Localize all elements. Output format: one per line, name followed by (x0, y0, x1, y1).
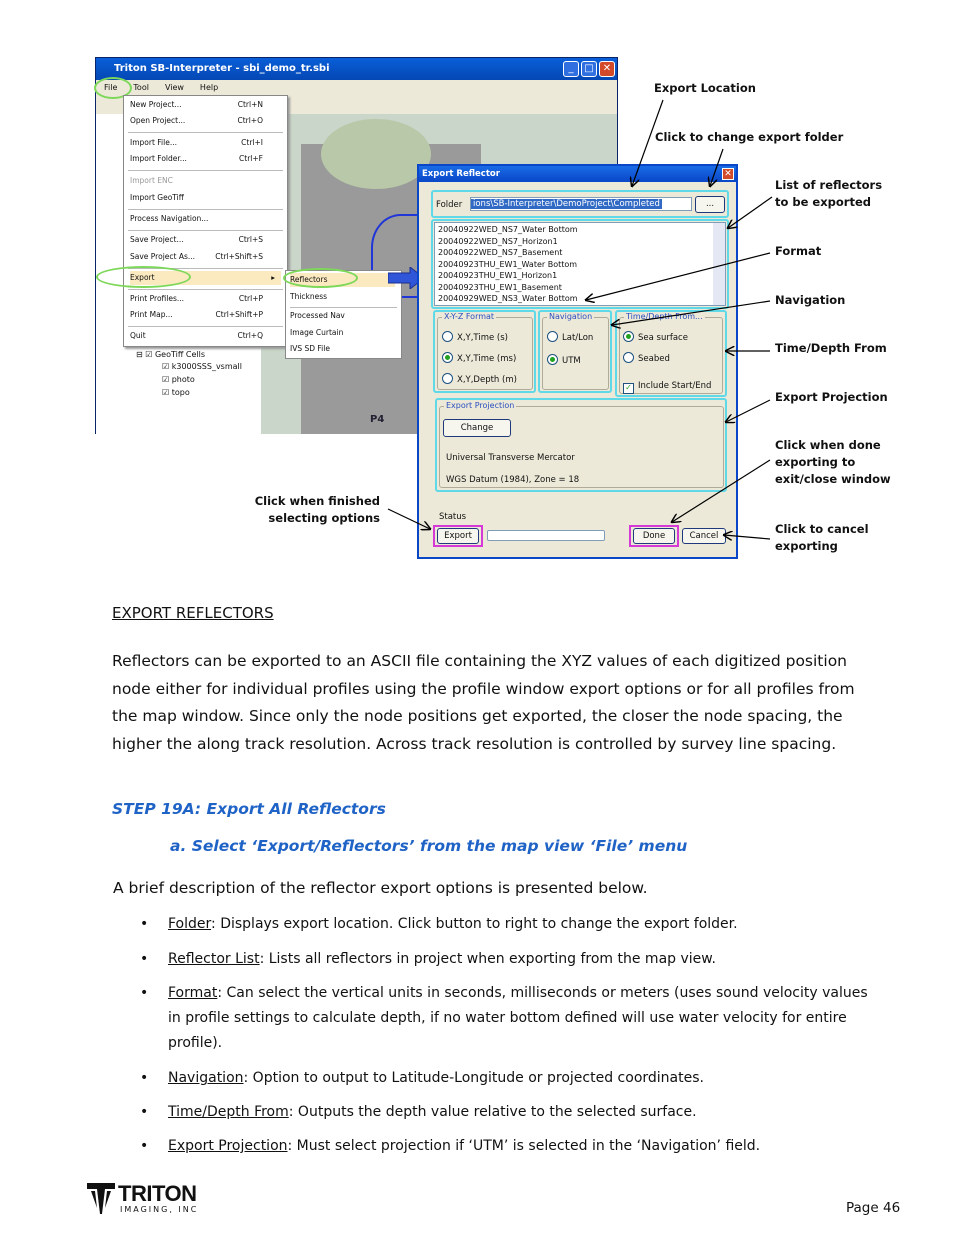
reflectors-highlight (283, 268, 358, 288)
tree-item-topo[interactable]: ☑ topo (162, 388, 190, 397)
logo-subtext: IMAGING, INC (120, 1205, 199, 1214)
menu-item-quit[interactable]: Quit Ctrl+Q (130, 329, 281, 343)
export-button[interactable]: Export (437, 528, 479, 544)
status-label: Status (439, 512, 467, 522)
time-depth-title: Time/Depth From... (624, 312, 705, 321)
page-number: Page 46 (846, 1200, 901, 1216)
bullet-term: Navigation (168, 1070, 244, 1086)
xyz-format-title: X-Y-Z Format (442, 312, 497, 321)
callout-change-folder: Click to change export folder (655, 130, 844, 144)
substep-heading: a. Select ‘Export/Reflectors’ from the m… (170, 837, 688, 855)
menu-item-print-profiles[interactable]: Print Profiles... Ctrl+P (130, 292, 281, 306)
minimize-button[interactable]: _ (563, 61, 579, 77)
map-label-p4: P4 (370, 414, 385, 425)
bullet-term: Export Projection (168, 1138, 288, 1154)
maximize-button[interactable]: □ (581, 61, 597, 77)
projection-datum: WGS Datum (1984), Zone = 18 (446, 475, 580, 485)
callout-time-depth: Time/Depth From (775, 341, 887, 355)
app-titlebar: Triton SB-Interpreter - sbi_demo_tr.sbi (96, 58, 617, 80)
triton-logo: TRITON IMAGING, INC (86, 1180, 206, 1220)
submenu-item-thickness[interactable]: Thickness (290, 290, 395, 304)
export-highlight (96, 266, 191, 288)
navigation-group: Navigation Lat/Lon UTM (542, 312, 609, 390)
list-item[interactable]: 20040922WED_NS7_Basement (438, 247, 722, 259)
list-item[interactable]: 20040923THU_EW1_Horizon1 (438, 270, 722, 282)
navigation-title: Navigation (547, 312, 595, 321)
menubar: File Tool View Help (96, 80, 617, 96)
cancel-button[interactable]: Cancel (682, 528, 726, 544)
export-projection-title: Export Projection (444, 401, 517, 410)
projection-name: Universal Transverse Mercator (446, 453, 575, 463)
submenu-item-processed-nav[interactable]: Processed Nav (290, 309, 395, 323)
list-scrollbar[interactable] (713, 223, 725, 305)
radio-utm[interactable]: UTM (547, 354, 581, 366)
change-projection-button[interactable]: Change (443, 419, 511, 437)
menu-item-import-file[interactable]: Import File... Ctrl+I (130, 136, 281, 150)
reflector-list[interactable]: 20040922WED_NS7_Water Bottom 20040922WED… (434, 222, 726, 306)
tree-item-photo[interactable]: ☑ photo (162, 375, 195, 384)
list-item[interactable]: 20040929WED_NS3_Water Bottom (438, 293, 722, 305)
callout-export-projection: Export Projection (775, 390, 888, 404)
radio-xy-time-s[interactable]: X,Y,Time (s) (442, 331, 508, 343)
menu-view[interactable]: View (157, 80, 192, 96)
bullet-term: Format (168, 985, 218, 1001)
menu-help[interactable]: Help (192, 80, 226, 96)
radio-xy-time-ms[interactable]: X,Y,Time (ms) (442, 352, 516, 364)
map-land (321, 119, 431, 189)
callout-finished: Click when finished selecting options (254, 494, 380, 525)
menu-item-print-map[interactable]: Print Map... Ctrl+Shift+P (130, 308, 281, 322)
close-button[interactable]: ✕ (599, 61, 615, 77)
callout-navigation: Navigation (775, 293, 846, 307)
app-title: Triton SB-Interpreter - sbi_demo_tr.sbi (114, 63, 330, 74)
progress-bar (487, 530, 605, 541)
list-item[interactable]: 20040923THU_EW1_Water Bottom (438, 259, 722, 271)
menu-item-new-project[interactable]: New Project... Ctrl+N (130, 98, 281, 112)
bullet-term: Reflector List (168, 951, 260, 967)
menu-item-import-folder[interactable]: Import Folder... Ctrl+F (130, 152, 281, 166)
callout-format: Format (775, 244, 822, 258)
tree-item-k3000[interactable]: ☑ k3000SSS_vsmall (162, 362, 242, 371)
done-button[interactable]: Done (633, 528, 675, 544)
trident-icon (87, 1183, 115, 1214)
logo-text: TRITON (118, 1181, 197, 1206)
xyz-format-group: X-Y-Z Format X,Y,Time (s) X,Y,Time (ms) … (437, 312, 533, 390)
radio-seabed[interactable]: Seabed (623, 352, 670, 364)
intro-paragraph: Reflectors can be exported to an ASCII f… (112, 652, 855, 753)
brief-description: A brief description of the reflector exp… (113, 879, 648, 897)
callout-list: List of reflectors to be exported (775, 178, 883, 209)
menu-item-import-enc: Import ENC (130, 176, 173, 185)
submenu-item-ivs-sd-file[interactable]: IVS SD File (290, 342, 395, 356)
browse-folder-button[interactable]: ... (695, 196, 725, 213)
callout-export-location: Export Location (654, 81, 756, 95)
dialog-title: Export Reflector (419, 166, 736, 182)
export-projection-group: Export Projection Change Universal Trans… (439, 401, 724, 488)
time-depth-group: Time/Depth From... Sea surface Seabed ✓ I… (619, 312, 723, 394)
folder-value: ions\SB-Interpreter\DemoProject\Complete… (471, 199, 662, 209)
list-item[interactable]: 20040922WED_NS7_Horizon1 (438, 236, 722, 248)
list-item[interactable]: 20040923THU_EW1_Basement (438, 282, 722, 294)
export-reflector-dialog: Export Reflector ✕ Folder ions\SB-Interp… (417, 164, 738, 559)
menu-item-save-project[interactable]: Save Project... Ctrl+S (130, 233, 281, 247)
callout-cancel: Click to cancel exporting (775, 522, 869, 553)
section-title: EXPORT REFLECTORS (112, 604, 274, 622)
folder-field[interactable]: ions\SB-Interpreter\DemoProject\Complete… (470, 197, 692, 211)
step-heading: STEP 19A: Export All Reflectors (112, 800, 386, 818)
file-menu: New Project... Ctrl+N Open Project... Ctrl… (123, 95, 288, 347)
tree-item-geotiff[interactable]: ⊟ ☑ GeoTiff Cells (136, 350, 205, 359)
bullet-term: Folder (168, 916, 212, 932)
list-item[interactable]: 20040922WED_NS7_Water Bottom (438, 224, 722, 236)
radio-xy-depth-m[interactable]: X,Y,Depth (m) (442, 373, 517, 385)
radio-lat-lon[interactable]: Lat/Lon (547, 331, 593, 343)
callout-done: Click when done exporting to exit/close wi… (775, 438, 891, 486)
radio-sea-surface[interactable]: Sea surface (623, 331, 688, 343)
submenu-item-image-curtain[interactable]: Image Curtain (290, 326, 395, 340)
menu-item-open-project[interactable]: Open Project... Ctrl+O (130, 114, 281, 128)
folder-label: Folder (436, 200, 463, 210)
bullet-term: Time/Depth From (168, 1104, 289, 1120)
menu-item-process-navigation[interactable]: Process Navigation... (130, 212, 281, 226)
menu-item-import-geotiff[interactable]: Import GeoTiff (130, 191, 281, 205)
menu-item-save-project-as[interactable]: Save Project As... Ctrl+Shift+S (130, 250, 281, 264)
include-start-end-checkbox[interactable]: ✓ Include Start/End (623, 381, 711, 394)
dialog-close-icon[interactable]: ✕ (722, 168, 734, 180)
